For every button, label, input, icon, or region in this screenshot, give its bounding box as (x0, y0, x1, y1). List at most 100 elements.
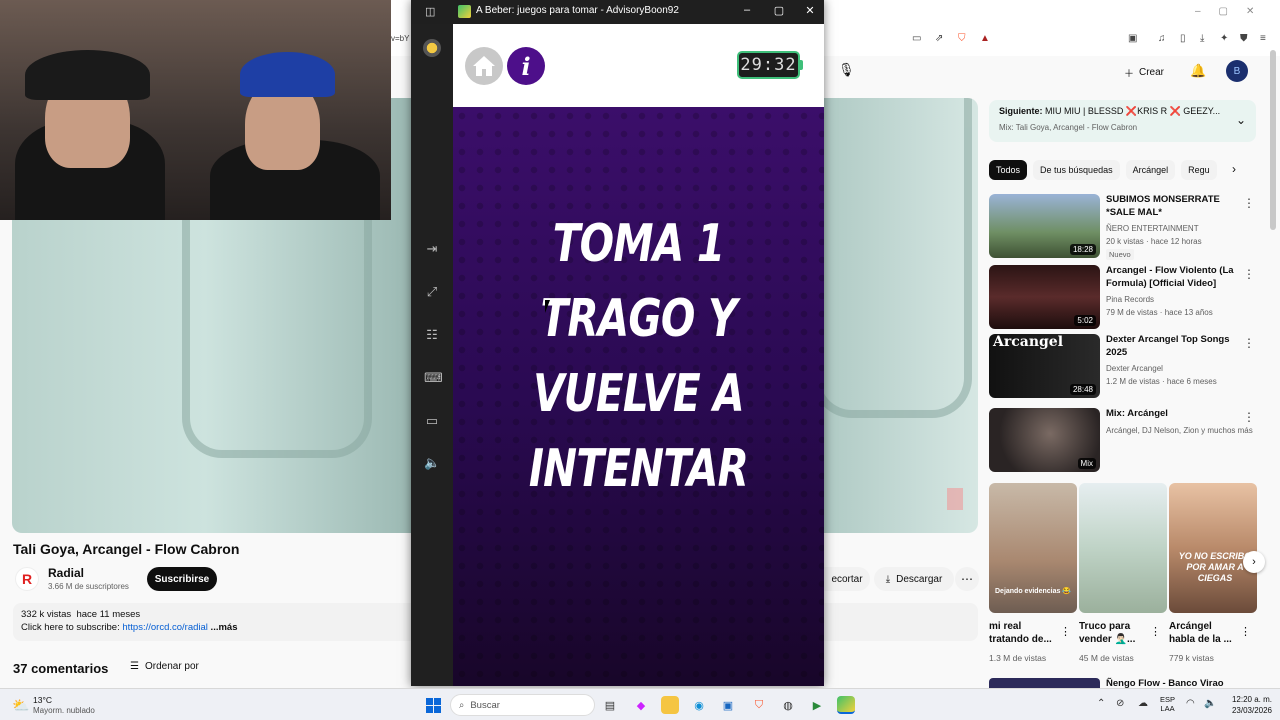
store-icon[interactable]: ▣ (719, 696, 737, 714)
chip-regu[interactable]: Regu (1181, 160, 1217, 180)
kebab-menu-icon[interactable]: ⋮ (1060, 625, 1071, 638)
vpn-icon[interactable]: ⛊ (1240, 33, 1248, 44)
video-thumbnail[interactable]: 18:28 (989, 194, 1100, 258)
rewards-icon[interactable]: ▲ (980, 33, 990, 44)
short-title[interactable]: Arcángel habla de la ... (1169, 620, 1239, 646)
create-button[interactable]: ＋ Crear (1124, 62, 1164, 82)
maximize-icon[interactable]: ▢ (769, 4, 789, 17)
more-link[interactable]: ...más (208, 622, 238, 633)
mic-icon[interactable]: 🎙 (838, 62, 855, 78)
app-logo[interactable] (423, 39, 441, 57)
weather-icon[interactable]: ⛅ (12, 697, 29, 714)
sidebar-toggle-icon[interactable]: ◫ (425, 5, 435, 18)
obs-icon[interactable]: ◍ (779, 696, 797, 714)
rec-channel[interactable]: Arcángel, DJ Nelson, Zion y muchos más (1106, 424, 1253, 437)
rec-channel[interactable]: Dexter Arcangel (1106, 362, 1163, 375)
chevron-down-icon[interactable]: ⌄ (1236, 113, 1246, 127)
channel-name[interactable]: Radial (48, 566, 84, 580)
kebab-menu-icon[interactable]: ⋮ (1243, 410, 1255, 424)
up-next-card[interactable]: Siguiente: MIU MIU | BLESSD ❌KRIS R ❌ GE… (989, 100, 1256, 142)
edge-icon[interactable]: ◉ (690, 696, 708, 714)
kebab-menu-icon[interactable]: ⋮ (1243, 267, 1255, 281)
taskbar-search[interactable]: ⌕ Buscar (450, 694, 595, 716)
browser-window-controls[interactable]: –▢✕ (1195, 6, 1272, 17)
speaker-icon[interactable]: 🔈 (1204, 698, 1216, 709)
chevron-up-icon[interactable]: ⌃ (1097, 698, 1105, 709)
file-explorer-icon[interactable] (661, 696, 679, 714)
close-icon[interactable]: ✕ (800, 4, 820, 17)
a-beber-app-icon[interactable] (837, 696, 855, 714)
chevron-right-icon[interactable]: › (1232, 162, 1236, 176)
rec-title[interactable]: Mix: Arcángel (1106, 408, 1244, 421)
game-app-icon[interactable]: ▶ (808, 696, 826, 714)
cloud-icon[interactable]: ☁ (1138, 698, 1148, 709)
clock-time[interactable]: 12:20 a. m. (1228, 695, 1272, 704)
rec-title[interactable]: Dexter Arcangel Top Songs 2025 (1106, 334, 1244, 359)
short-thumbnail[interactable]: YO NO ESCRIBO POR AMAR A CIEGAS (1169, 483, 1257, 613)
chip-busquedas[interactable]: De tus búsquedas (1033, 160, 1120, 180)
kebab-menu-icon[interactable]: ⋮ (1243, 196, 1255, 210)
copilot-icon[interactable]: ◆ (632, 696, 650, 714)
short-title[interactable]: Truco para vender 🤦🏻‍♂️... (1079, 620, 1149, 646)
chevron-right-icon[interactable]: › (1243, 551, 1265, 573)
task-view-icon[interactable]: ▤ (601, 696, 619, 714)
game-card[interactable]: TOMA 1 TRAGO Y VUELVE A INTENTAR (453, 107, 824, 686)
short-thumbnail[interactable] (1079, 483, 1167, 613)
rec-title[interactable]: Arcangel - Flow Violento (La Formula) [O… (1106, 265, 1244, 290)
expand-icon[interactable]: ⤢ (424, 284, 440, 300)
short-thumbnail[interactable]: Dejando evidencias 😂 (989, 483, 1077, 613)
app-titlebar[interactable]: ◫ A Beber: juegos para tomar - AdvisoryB… (411, 0, 824, 24)
list-item[interactable]: Arcangel 28:48 Dexter Arcangel Top Songs… (989, 334, 1259, 398)
minimize-icon[interactable]: – (737, 4, 757, 16)
channel-avatar[interactable]: R (15, 567, 39, 591)
rec-title[interactable]: SUBIMOS MONSERRATE *SALE MAL* (1106, 194, 1244, 219)
more-actions-button[interactable]: ⋯ (955, 567, 979, 591)
downloads-icon[interactable]: ⤓ (1200, 33, 1204, 44)
list-item[interactable]: 18:28 SUBIMOS MONSERRATE *SALE MAL* ÑERO… (989, 194, 1259, 260)
kebab-menu-icon[interactable]: ⋮ (1150, 625, 1161, 638)
subscribe-button[interactable]: Suscribirse (147, 567, 217, 591)
volume-icon[interactable]: 🔈 (424, 455, 440, 471)
cast-icon[interactable]: ▭ (912, 33, 921, 44)
home-button[interactable] (465, 47, 503, 85)
rec-channel[interactable]: ÑERO ENTERTAINMENT (1106, 222, 1199, 235)
kebab-menu-icon[interactable]: ⋮ (1240, 625, 1251, 638)
wifi-icon[interactable]: ◠ (1186, 698, 1195, 709)
list-item[interactable]: 5:02 Arcangel - Flow Violento (La Formul… (989, 265, 1259, 329)
list-item[interactable]: Mix Mix: Arcángel Arcángel, DJ Nelson, Z… (989, 408, 1259, 472)
kebab-menu-icon[interactable]: ⋮ (1243, 336, 1255, 350)
keyboard-icon[interactable]: ⌨ (424, 370, 443, 386)
reader-icon[interactable]: ▯ (1180, 33, 1186, 44)
chip-arcangel[interactable]: Arcángel (1125, 160, 1176, 180)
brave-shield-icon[interactable]: ⛉ (958, 33, 966, 44)
ai-icon[interactable]: ✦ (1220, 33, 1228, 44)
sort-button[interactable]: ☰ Ordenar por (130, 661, 199, 672)
short-title[interactable]: mi real tratando de... (989, 620, 1059, 646)
sliders-icon[interactable]: ☷ (424, 327, 440, 343)
network-off-icon[interactable]: ⊘ (1116, 698, 1124, 709)
menu-icon[interactable]: ≡ (1260, 33, 1266, 44)
url-fragment[interactable]: v=bY (391, 34, 409, 43)
avatar[interactable]: B (1226, 60, 1248, 82)
clip-button[interactable]: ecortar (824, 567, 870, 591)
login-icon[interactable]: ⇥ (424, 241, 440, 257)
page-scrollbar[interactable] (1270, 50, 1276, 230)
clock-date[interactable]: 23/03/2026 (1228, 706, 1272, 715)
weather-temperature[interactable]: 13°C (33, 695, 52, 705)
label-icon[interactable]: ▭ (424, 413, 440, 429)
video-thumbnail[interactable]: 5:02 (989, 265, 1100, 329)
brave-icon[interactable]: ⛉ (750, 696, 768, 714)
music-icon[interactable]: ♫ (1158, 33, 1166, 44)
video-thumbnail[interactable] (989, 678, 1100, 688)
video-thumbnail[interactable]: Mix (989, 408, 1100, 472)
description-link[interactable]: https://orcd.co/radial (122, 622, 208, 633)
sidebar-icon[interactable]: ▣ (1128, 33, 1137, 44)
rec-channel[interactable]: Pina Records (1106, 293, 1154, 306)
language-indicator[interactable]: ESP LAA (1160, 695, 1175, 713)
share-icon[interactable]: ⇗ (935, 33, 943, 44)
windows-start-icon[interactable] (426, 698, 441, 713)
bell-icon[interactable]: 🔔 (1190, 63, 1206, 79)
download-button[interactable]: ⤓ Descargar (874, 567, 954, 591)
chip-todos[interactable]: Todos (989, 160, 1028, 180)
weather-description[interactable]: Mayorm. nublado (33, 706, 95, 715)
